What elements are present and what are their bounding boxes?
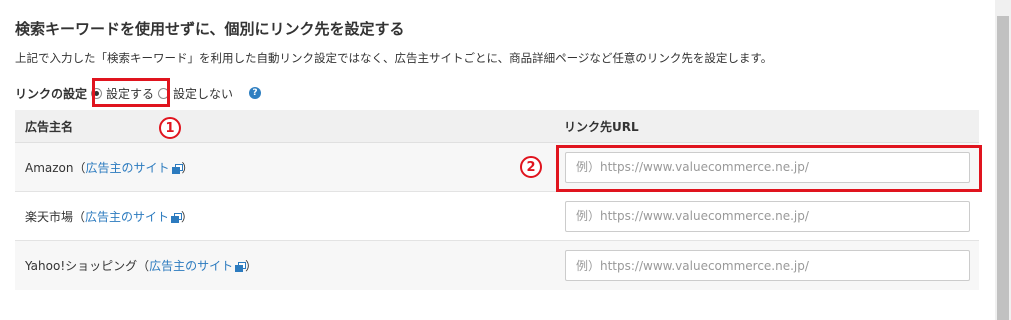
paren-open: （ — [137, 259, 150, 273]
table-row: 楽天市場（広告主のサイト ） — [15, 192, 979, 241]
paren-close: ） — [245, 259, 258, 273]
help-icon[interactable]: ? — [249, 87, 262, 99]
paren-open: （ — [73, 160, 86, 175]
advertiser-name-cell: Yahoo!ショッピング（広告主のサイト ） — [15, 257, 565, 274]
scrollbar-thumb[interactable] — [997, 16, 1009, 320]
annotation-badge-1: 1 — [159, 117, 181, 139]
highlight-box-url-input — [556, 145, 982, 192]
link-url-input[interactable] — [565, 200, 970, 232]
advertiser-site-link-label: 広告主のサイト — [149, 259, 234, 273]
radio-disable-label: 設定しない — [173, 86, 234, 101]
paren-close: ） — [181, 209, 194, 224]
external-link-icon — [171, 212, 183, 223]
header-link-url: リンク先URL — [564, 119, 639, 134]
advertiser-link-table: 広告主名 リンク先URL Amazon（広告主のサイト） 楽天市場（広告主のサイ… — [15, 110, 979, 290]
advertiser-name-cell: Amazon（広告主のサイト ） — [15, 159, 565, 176]
paren-open: （ — [73, 209, 86, 224]
header-advertiser-name: 広告主名 — [25, 119, 74, 134]
paren-close: ） — [181, 160, 194, 175]
advertiser-site-link[interactable]: 広告主のサイト — [85, 160, 183, 175]
advertiser-name: Amazon — [25, 160, 74, 175]
advertiser-name: 楽天市場 — [25, 209, 74, 224]
link-setting-label: リンクの設定 — [15, 86, 88, 101]
advertiser-name-cell: 楽天市場（広告主のサイト ） — [15, 208, 565, 225]
advertiser-site-link-label: 広告主のサイト — [85, 160, 170, 175]
external-link-icon — [235, 262, 247, 272]
highlight-box-radio — [92, 78, 170, 107]
annotation-badge-2: 2 — [520, 156, 542, 178]
section-description: 上記で入力した「検索キーワード」を利用した自動リンク設定ではなく、広告主サイトご… — [15, 51, 773, 65]
advertiser-name: Yahoo!ショッピング — [25, 259, 138, 273]
advertiser-site-link[interactable]: 広告主のサイト — [85, 209, 183, 224]
link-url-input[interactable] — [565, 250, 970, 281]
external-link-icon — [171, 163, 183, 174]
advertiser-site-link-label: 広告主のサイト — [85, 209, 170, 224]
table-row: Yahoo!ショッピング（広告主のサイト ） — [15, 241, 979, 290]
advertiser-site-link[interactable]: 広告主のサイト — [149, 259, 247, 273]
link-settings-page: 検索キーワードを使用せずに、個別にリンク先を設定する 上記で入力した「検索キーワ… — [0, 0, 1011, 320]
section-title: 検索キーワードを使用せずに、個別にリンク先を設定する — [15, 20, 405, 38]
